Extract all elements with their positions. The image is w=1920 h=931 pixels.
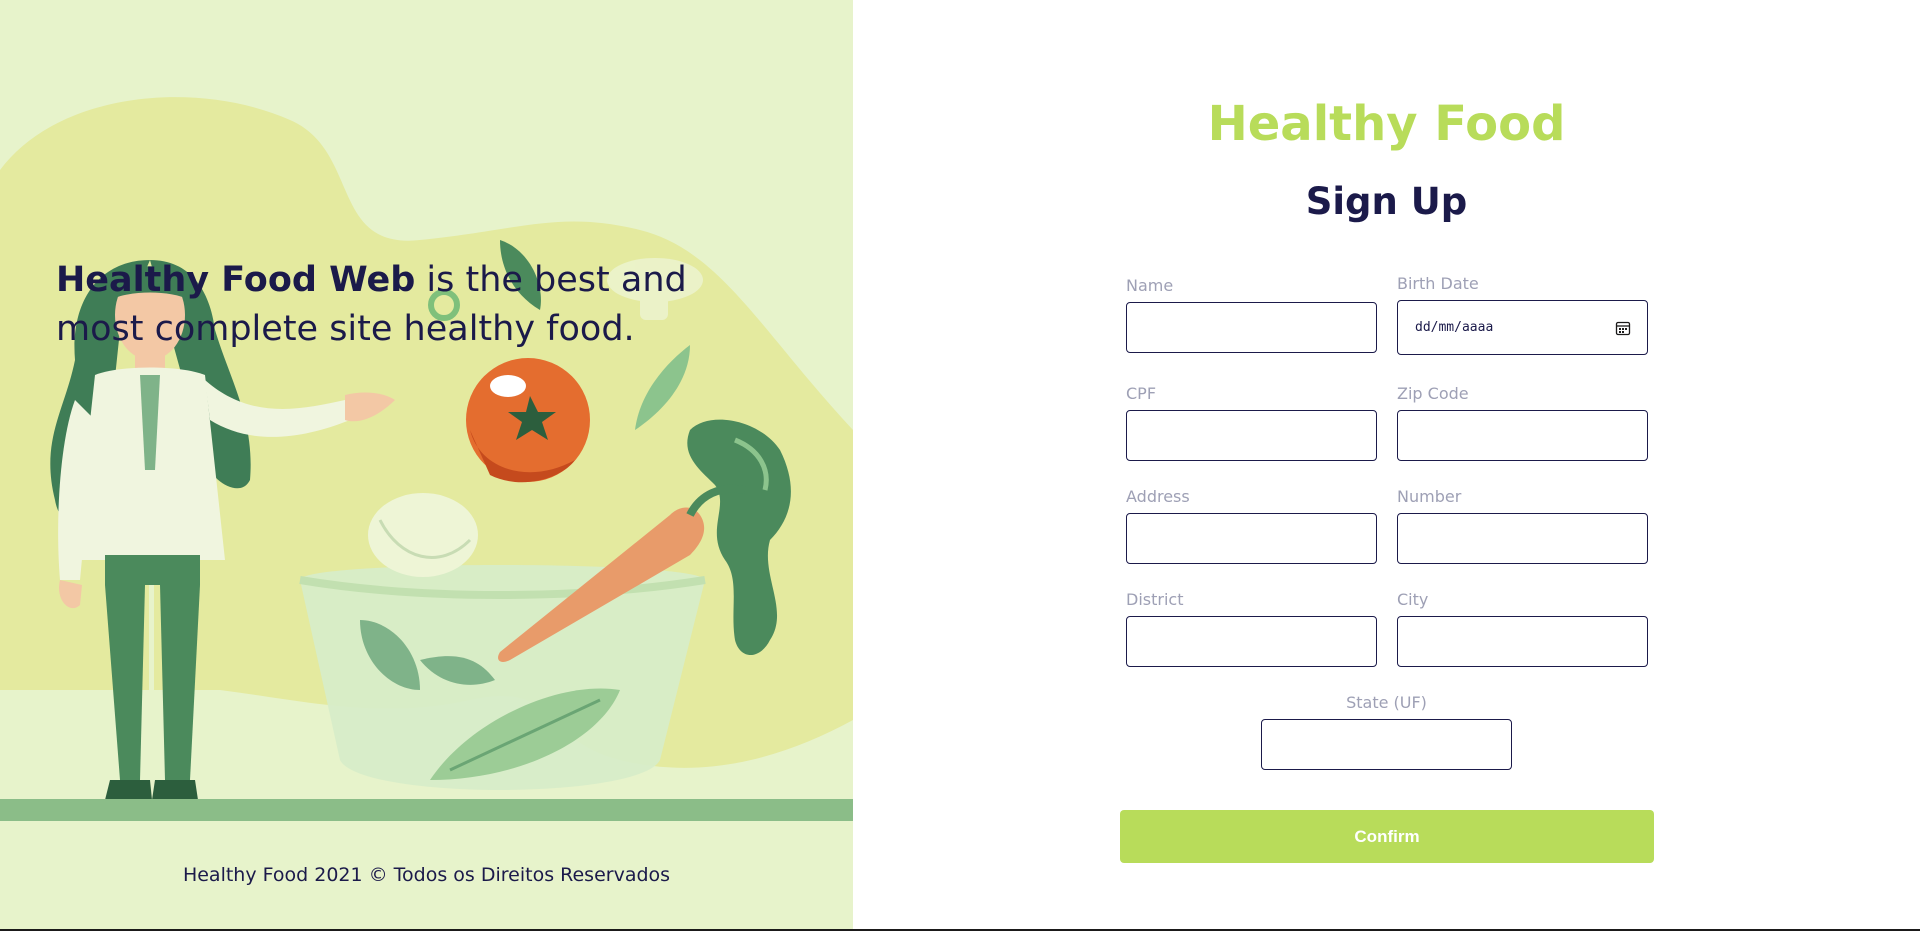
- hero-tagline: Healthy Food Web is the best and most co…: [56, 256, 756, 354]
- hero-panel: Healthy Food Web is the best and most co…: [0, 0, 853, 929]
- district-field-group: District: [1126, 590, 1377, 667]
- cpf-input[interactable]: [1126, 410, 1377, 461]
- calendar-icon[interactable]: [1615, 320, 1631, 336]
- address-label: Address: [1126, 487, 1190, 506]
- city-label: City: [1397, 590, 1429, 609]
- state-input[interactable]: [1261, 719, 1512, 770]
- zip-input[interactable]: [1397, 410, 1648, 461]
- number-input[interactable]: [1397, 513, 1648, 564]
- birth-date-label: Birth Date: [1397, 274, 1479, 293]
- state-field-group: State (UF): [1261, 693, 1512, 770]
- birth-date-field-group: Birth Date dd/mm/aaaa: [1397, 274, 1648, 355]
- name-input[interactable]: [1126, 302, 1377, 353]
- number-field-group: Number: [1397, 487, 1648, 564]
- cpf-field-group: CPF: [1126, 384, 1377, 461]
- zip-field-group: Zip Code: [1397, 384, 1648, 461]
- birth-date-input[interactable]: dd/mm/aaaa: [1397, 300, 1648, 355]
- confirm-button[interactable]: Confirm: [1120, 810, 1654, 863]
- cpf-label: CPF: [1126, 384, 1157, 403]
- page-title: Sign Up: [1305, 180, 1468, 223]
- district-label: District: [1126, 590, 1184, 609]
- city-field-group: City: [1397, 590, 1648, 667]
- name-label: Name: [1126, 276, 1174, 295]
- city-input[interactable]: [1397, 616, 1648, 667]
- zip-label: Zip Code: [1397, 384, 1469, 403]
- brand-title: Healthy Food: [1207, 96, 1566, 152]
- hero-tagline-bold: Healthy Food Web: [56, 260, 416, 300]
- healthy-food-illustration: [0, 97, 853, 800]
- footer-copyright: Healthy Food 2021 © Todos os Direitos Re…: [182, 864, 671, 886]
- signup-panel: Healthy Food Sign Up Name Birth Date dd/…: [853, 0, 1920, 929]
- number-label: Number: [1397, 487, 1462, 506]
- name-field-group: Name: [1126, 276, 1377, 353]
- district-input[interactable]: [1126, 616, 1377, 667]
- address-input[interactable]: [1126, 513, 1377, 564]
- birth-date-placeholder: dd/mm/aaaa: [1415, 320, 1494, 335]
- state-label: State (UF): [1346, 693, 1427, 712]
- address-field-group: Address: [1126, 487, 1377, 564]
- ground-strip: [0, 799, 853, 821]
